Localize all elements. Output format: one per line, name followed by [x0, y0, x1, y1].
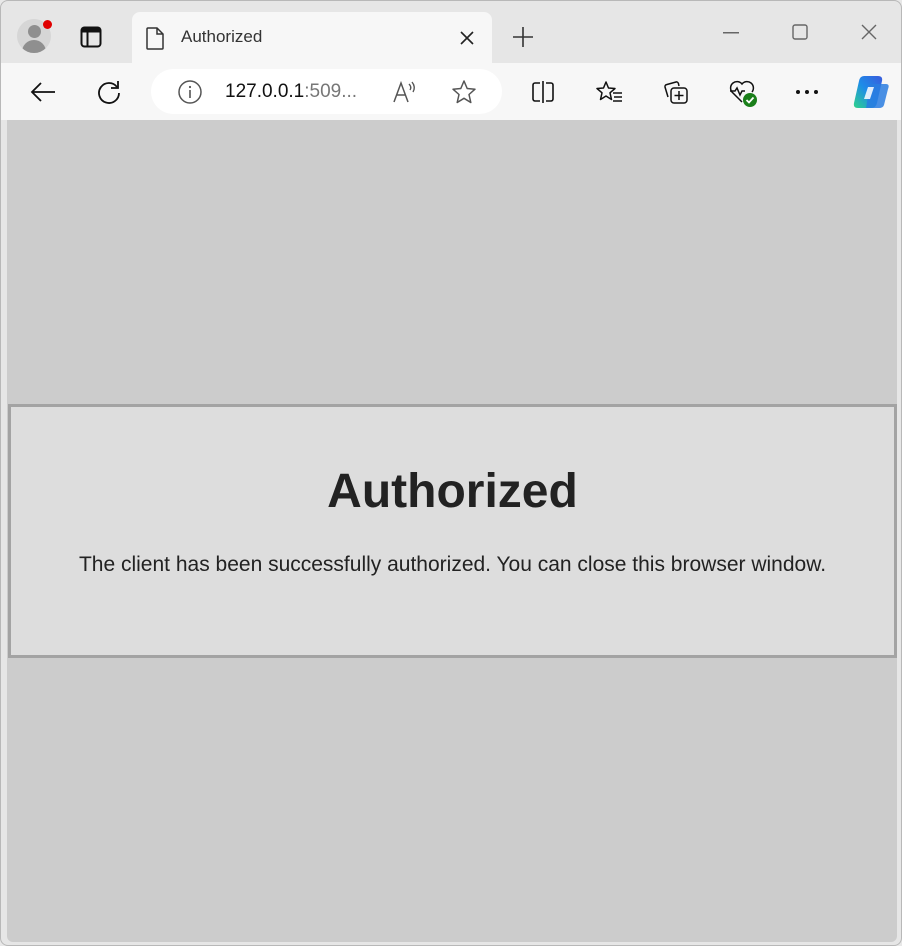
collections-icon[interactable]: [663, 79, 689, 105]
new-tab-icon[interactable]: [511, 25, 535, 49]
close-window-icon[interactable]: [859, 22, 879, 42]
site-info-icon[interactable]: [177, 79, 203, 105]
page-content: Authorized The client has been successfu…: [7, 120, 897, 942]
address-bar[interactable]: 127.0.0.1:509...: [151, 69, 502, 114]
close-tab-icon[interactable]: [458, 29, 476, 47]
refresh-icon[interactable]: [95, 78, 123, 106]
authorized-message: The client has been successfully authori…: [78, 553, 827, 576]
tab-authorized[interactable]: Authorized: [132, 12, 492, 63]
favorites-icon[interactable]: [596, 79, 624, 105]
copilot-icon[interactable]: [851, 73, 891, 111]
read-aloud-icon[interactable]: [392, 79, 418, 105]
maximize-icon[interactable]: [790, 22, 810, 42]
vertical-tabs-icon[interactable]: [79, 25, 103, 49]
url-port: :509...: [304, 81, 358, 102]
authorized-card: Authorized The client has been successfu…: [8, 404, 897, 658]
browser-essentials-icon[interactable]: [728, 78, 758, 108]
browser-window: Authorized 127.0.0.1:509... Authorized T…: [0, 0, 902, 946]
title-bar: Authorized: [1, 1, 901, 63]
minimize-icon[interactable]: [721, 23, 741, 43]
more-options-icon[interactable]: [794, 79, 820, 105]
tab-title: Authorized: [181, 27, 263, 46]
split-screen-icon[interactable]: [530, 79, 556, 105]
favorite-star-icon[interactable]: [451, 79, 477, 105]
document-icon: [145, 26, 165, 50]
notification-dot: [43, 20, 52, 29]
toolbar: 127.0.0.1:509...: [1, 63, 901, 120]
back-icon[interactable]: [29, 78, 57, 106]
url-text[interactable]: 127.0.0.1:509...: [225, 81, 357, 103]
page-heading: Authorized: [327, 465, 578, 518]
url-host: 127.0.0.1: [225, 81, 305, 102]
